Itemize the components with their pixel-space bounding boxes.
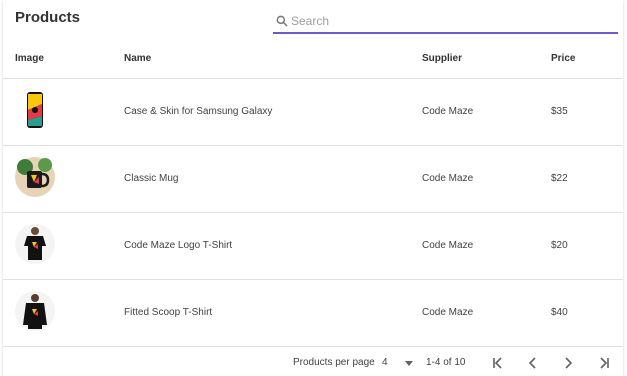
per-page-select[interactable]: 4 <box>382 357 388 368</box>
column-header-image[interactable]: Image <box>15 53 44 64</box>
product-supplier: Code Maze <box>422 307 474 318</box>
product-supplier: Code Maze <box>422 106 474 117</box>
first-page-icon[interactable] <box>490 356 506 370</box>
product-price: $35 <box>551 106 568 117</box>
table-row[interactable]: Classic Mug Code Maze $22 <box>3 146 623 213</box>
previous-page-icon[interactable] <box>525 356 541 370</box>
products-card: Products Image Name Supplier Price <box>3 0 623 376</box>
search-icon <box>276 15 288 27</box>
table-header-row: Image Name Supplier Price <box>3 40 623 79</box>
product-price: $40 <box>551 307 568 318</box>
tshirt-icon <box>15 224 55 264</box>
table-row[interactable]: Code Maze Logo T-Shirt Code Maze $20 <box>3 213 623 280</box>
mug-icon <box>15 157 55 197</box>
table-row[interactable]: Fitted Scoop T-Shirt Code Maze $40 <box>3 280 623 347</box>
next-page-icon[interactable] <box>560 356 576 370</box>
page-title: Products <box>15 9 81 26</box>
table-row[interactable]: Case & Skin for Samsung Galaxy Code Maze… <box>3 79 623 146</box>
product-name: Classic Mug <box>124 173 179 184</box>
search-box[interactable] <box>273 12 618 34</box>
product-name: Fitted Scoop T-Shirt <box>124 307 213 318</box>
last-page-icon[interactable] <box>596 356 612 370</box>
chevron-down-icon[interactable] <box>405 361 413 366</box>
per-page-label: Products per page <box>293 357 375 368</box>
page-range: 1-4 of 10 <box>426 357 466 368</box>
product-supplier: Code Maze <box>422 240 474 251</box>
product-supplier: Code Maze <box>422 173 474 184</box>
product-price: $22 <box>551 173 568 184</box>
product-price: $20 <box>551 240 568 251</box>
paginator: Products per page 4 1-4 of 10 <box>3 352 623 376</box>
column-header-name[interactable]: Name <box>124 53 151 64</box>
column-header-supplier[interactable]: Supplier <box>422 53 462 64</box>
product-name: Case & Skin for Samsung Galaxy <box>124 106 273 117</box>
hoodie-icon <box>15 291 55 331</box>
toolbar: Products <box>3 0 623 40</box>
search-input[interactable] <box>291 12 611 30</box>
phone-case-icon <box>27 92 43 128</box>
product-name: Code Maze Logo T-Shirt <box>124 240 233 251</box>
products-table: Image Name Supplier Price Case & Skin fo… <box>3 40 623 347</box>
column-header-price[interactable]: Price <box>551 53 575 64</box>
